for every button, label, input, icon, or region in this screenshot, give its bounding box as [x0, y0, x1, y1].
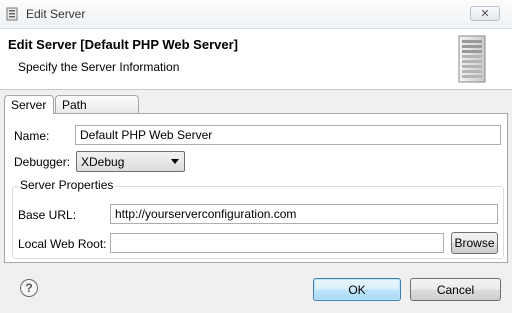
close-button[interactable]: ✕ [470, 6, 500, 21]
title-bar: Edit Server ✕ [0, 0, 512, 29]
browse-button[interactable]: Browse [451, 232, 498, 254]
help-glyph: ? [25, 281, 33, 295]
dialog-banner: Edit Server [Default PHP Web Server] Spe… [0, 29, 512, 90]
debugger-select[interactable]: XDebug [76, 151, 185, 172]
debugger-label: Debugger: [14, 155, 71, 169]
dialog-title: Edit Server [Default PHP Web Server] [8, 37, 238, 52]
app-icon [6, 7, 18, 21]
chevron-down-icon [171, 159, 179, 164]
tab-server-label: Server [11, 98, 47, 112]
help-icon[interactable]: ? [20, 279, 38, 297]
server-tower-icon [458, 35, 486, 83]
debugger-select-value: XDebug [81, 155, 125, 169]
local-web-root-field[interactable] [110, 233, 444, 253]
name-field[interactable]: Default PHP Web Server [75, 125, 501, 145]
base-url-label: Base URL: [18, 208, 77, 222]
browse-button-label: Browse [454, 236, 495, 250]
name-label: Name: [14, 129, 50, 143]
cancel-button[interactable]: Cancel [410, 278, 501, 301]
cancel-button-label: Cancel [436, 282, 475, 297]
tab-server[interactable]: Server [4, 95, 54, 114]
server-properties-title: Server Properties [18, 178, 116, 192]
local-web-root-label: Local Web Root: [18, 237, 107, 251]
base-url-field[interactable]: http://yourserverconfiguration.com [110, 204, 498, 224]
close-icon: ✕ [480, 8, 490, 20]
dialog-subtitle: Specify the Server Information [18, 60, 180, 74]
window-title: Edit Server [26, 7, 86, 21]
tab-path-mapping[interactable]: Path Mapping [55, 95, 139, 126]
ok-button-label: OK [348, 282, 366, 297]
ok-button[interactable]: OK [313, 278, 401, 301]
